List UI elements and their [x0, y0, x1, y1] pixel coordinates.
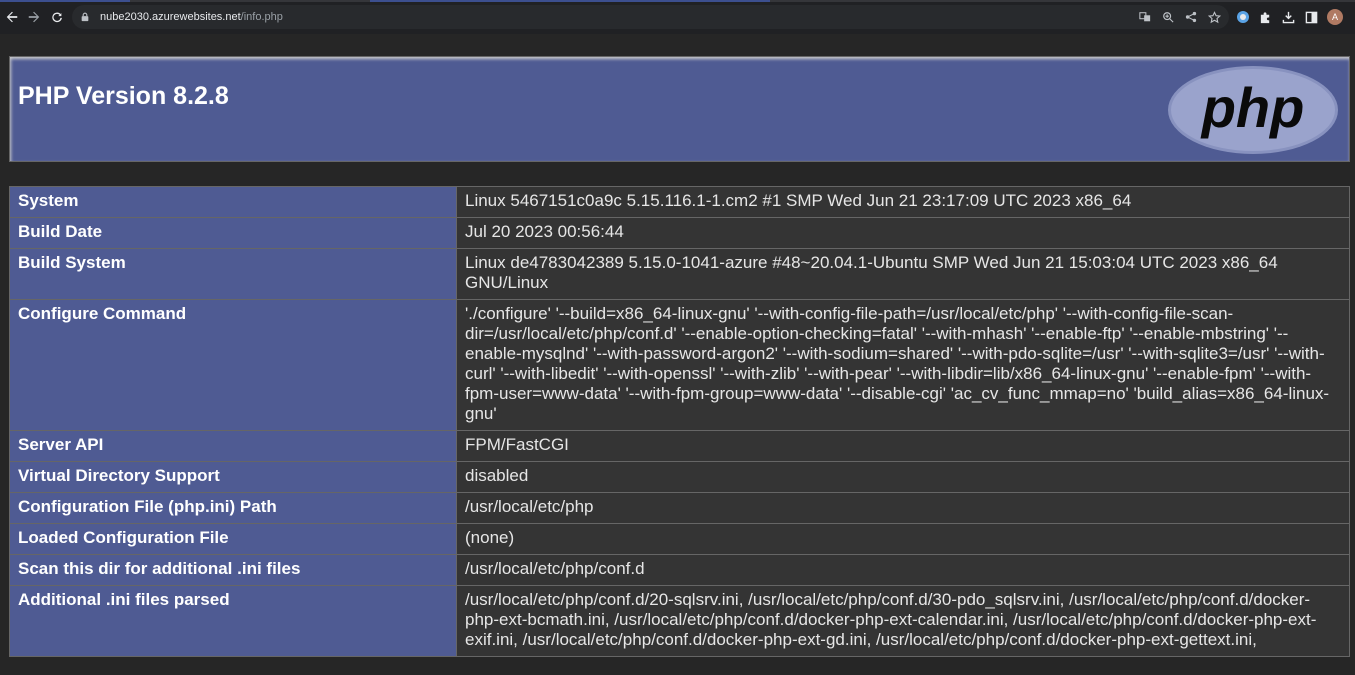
share-icon[interactable]: [1184, 10, 1198, 24]
reload-button[interactable]: [45, 5, 69, 29]
setting-name: Configure Command: [9, 299, 457, 431]
extensions-puzzle-icon[interactable]: [1258, 10, 1273, 25]
php-logo-text: php: [1200, 76, 1305, 139]
setting-value: disabled: [456, 461, 1350, 493]
url-path: /info.php: [240, 11, 283, 23]
tab-indicator: [370, 0, 770, 2]
setting-name: Configuration File (php.ini) Path: [9, 492, 457, 524]
back-button[interactable]: [0, 5, 24, 29]
setting-name: Server API: [9, 430, 457, 462]
profile-avatar[interactable]: A: [1327, 9, 1343, 25]
browser-toolbar: nube2030.azurewebsites.net/info.php A: [0, 0, 1355, 34]
page-content: PHP Version 8.2.8 php System Linux 546715…: [0, 34, 1355, 675]
setting-name: Scan this dir for additional .ini files: [9, 554, 457, 586]
table-row: Additional .ini files parsed/usr/local/e…: [9, 585, 1350, 657]
php-logo-icon[interactable]: php: [1167, 65, 1339, 155]
extension-icon[interactable]: [1235, 10, 1250, 25]
setting-name: Build Date: [9, 217, 457, 249]
url-text[interactable]: nube2030.azurewebsites.net/info.php: [100, 11, 283, 23]
setting-value: FPM/FastCGI: [456, 430, 1350, 462]
page-title: PHP Version 8.2.8: [18, 82, 229, 110]
table-row: Configure Command './configure' '--build=…: [9, 299, 1350, 431]
setting-name: Loaded Configuration File: [9, 523, 457, 555]
setting-value: './configure' '--build=x86_64-linux-gnu'…: [456, 299, 1350, 431]
setting-value: /usr/local/etc/php/conf.d/20-sqlsrv.ini,…: [456, 585, 1350, 657]
phpinfo-header: PHP Version 8.2.8 php: [9, 56, 1350, 162]
table-row: Configuration File (php.ini) Path/usr/lo…: [9, 492, 1350, 524]
table-row: Loaded Configuration File (none): [9, 523, 1350, 555]
lock-icon[interactable]: [80, 11, 92, 23]
table-row: Scan this dir for additional .ini files /…: [9, 554, 1350, 586]
setting-value: (none): [456, 523, 1350, 555]
table-row: System Linux 5467151c0a9c 5.15.116.1-1.cm…: [9, 186, 1350, 218]
setting-value: /usr/local/etc/php: [456, 492, 1350, 524]
phpinfo-table-body: System Linux 5467151c0a9c 5.15.116.1-1.cm…: [9, 186, 1350, 657]
table-row: Build Date Jul 20 2023 00:56:44: [9, 217, 1350, 249]
forward-button[interactable]: [22, 5, 46, 29]
tab-indicator: [0, 0, 130, 2]
address-bar[interactable]: nube2030.azurewebsites.net/info.php: [72, 5, 1229, 29]
setting-name: Additional .ini files parsed: [9, 585, 457, 657]
setting-name: Virtual Directory Support: [9, 461, 457, 493]
setting-name: System: [9, 186, 457, 218]
zoom-icon[interactable]: [1161, 10, 1175, 24]
setting-value: Jul 20 2023 00:56:44: [456, 217, 1350, 249]
arrow-right-icon: [28, 11, 40, 23]
table-row: Virtual Directory Support disabled: [9, 461, 1350, 493]
setting-value: /usr/local/etc/php/conf.d: [456, 554, 1350, 586]
table-row: Build System Linux de4783042389 5.15.0-10…: [9, 248, 1350, 300]
arrow-left-icon: [6, 11, 18, 23]
setting-name: Build System: [9, 248, 457, 300]
setting-value: Linux de4783042389 5.15.0-1041-azure #48…: [456, 248, 1350, 300]
tab-strip-edge: [0, 0, 1355, 2]
table-row: Server API FPM/FastCGI: [9, 430, 1350, 462]
reload-icon: [52, 12, 62, 23]
download-icon[interactable]: [1281, 10, 1296, 25]
translate-icon[interactable]: [1138, 10, 1152, 24]
bookmark-star-icon[interactable]: [1207, 10, 1221, 24]
phpinfo-table: System Linux 5467151c0a9c 5.15.116.1-1.cm…: [9, 186, 1350, 657]
setting-value: Linux 5467151c0a9c 5.15.116.1-1.cm2 #1 S…: [456, 186, 1350, 218]
side-panel-icon[interactable]: [1304, 10, 1319, 25]
url-host: nube2030.azurewebsites.net: [100, 11, 241, 23]
